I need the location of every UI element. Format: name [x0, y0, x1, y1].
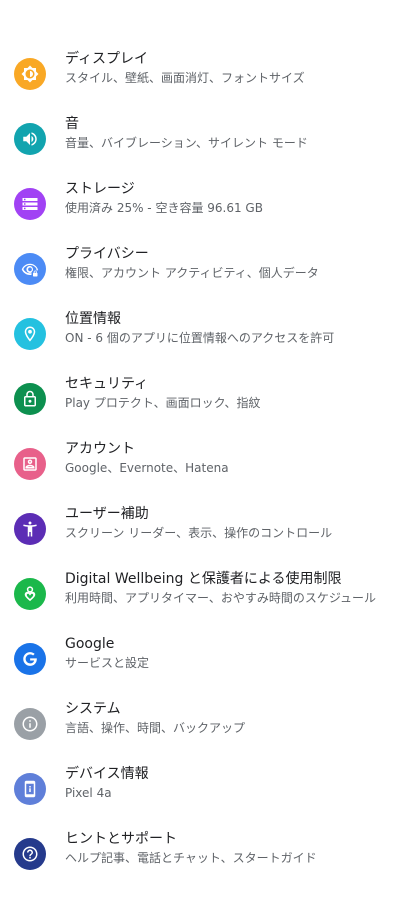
privacy-eye-icon [14, 253, 46, 285]
settings-item-storage[interactable]: ストレージ 使用済み 25% - 空き容量 96.61 GB [0, 172, 415, 237]
settings-item-summary: ヘルプ記事、電話とチャット、スタートガイド [65, 851, 317, 865]
settings-list: ディスプレイ スタイル、壁紙、画面消灯、フォントサイズ 音 音量、バイブレーショ… [0, 0, 415, 900]
settings-item-summary: 音量、バイブレーション、サイレント モード [65, 136, 308, 150]
settings-item-accounts[interactable]: アカウント Google、Evernote、Hatena [0, 432, 415, 497]
settings-item-title: Digital Wellbeing と保護者による使用制限 [65, 571, 342, 587]
settings-item-title: ユーザー補助 [65, 506, 149, 522]
settings-item-summary: 利用時間、アプリタイマー、おやすみ時間のスケジュール [65, 591, 377, 605]
settings-item-wellbeing[interactable]: Digital Wellbeing と保護者による使用制限 利用時間、アプリタイ… [0, 562, 415, 627]
storage-icon [14, 188, 46, 220]
settings-item-title: 位置情報 [65, 311, 121, 327]
lock-icon [14, 383, 46, 415]
settings-item-title: システム [65, 701, 121, 717]
settings-item-summary: Play プロテクト、画面ロック、指紋 [65, 396, 261, 410]
account-box-icon [14, 448, 46, 480]
settings-item-accessibility[interactable]: ユーザー補助 スクリーン リーダー、表示、操作のコントロール [0, 497, 415, 562]
settings-item-summary: サービスと設定 [65, 656, 150, 670]
google-g-icon [14, 643, 46, 675]
settings-item-title: ストレージ [65, 181, 135, 197]
settings-item-summary: 使用済み 25% - 空き容量 96.61 GB [65, 201, 263, 215]
settings-item-summary: スクリーン リーダー、表示、操作のコントロール [65, 526, 333, 540]
settings-item-title: ヒントとサポート [65, 831, 177, 847]
settings-item-summary: スタイル、壁紙、画面消灯、フォントサイズ [65, 71, 305, 85]
settings-item-title: 音 [65, 116, 79, 132]
settings-item-title: アカウント [65, 441, 135, 457]
settings-item-about[interactable]: デバイス情報 Pixel 4a [0, 757, 415, 822]
settings-item-tips[interactable]: ヒントとサポート ヘルプ記事、電話とチャット、スタートガイド [0, 822, 415, 887]
location-pin-icon [14, 318, 46, 350]
settings-item-system[interactable]: システム 言語、操作、時間、バックアップ [0, 692, 415, 757]
settings-item-summary: 言語、操作、時間、バックアップ [65, 721, 246, 735]
settings-item-summary: Google、Evernote、Hatena [65, 461, 229, 475]
settings-item-title: ディスプレイ [65, 51, 149, 67]
help-icon [14, 838, 46, 870]
volume-icon [14, 123, 46, 155]
settings-item-google[interactable]: Google サービスと設定 [0, 627, 415, 692]
settings-item-title: プライバシー [65, 246, 149, 262]
settings-item-title: Google [65, 636, 115, 652]
phone-info-icon [14, 773, 46, 805]
settings-item-location[interactable]: 位置情報 ON - 6 個のアプリに位置情報へのアクセスを許可 [0, 302, 415, 367]
accessibility-icon [14, 513, 46, 545]
settings-item-title: デバイス情報 [65, 766, 149, 782]
settings-item-privacy[interactable]: プライバシー 権限、アカウント アクティビティ、個人データ [0, 237, 415, 302]
settings-item-summary: ON - 6 個のアプリに位置情報へのアクセスを許可 [65, 331, 335, 345]
brightness-icon [14, 58, 46, 90]
settings-item-security[interactable]: セキュリティ Play プロテクト、画面ロック、指紋 [0, 367, 415, 432]
settings-item-display[interactable]: ディスプレイ スタイル、壁紙、画面消灯、フォントサイズ [0, 42, 415, 107]
settings-item-title: セキュリティ [65, 376, 149, 392]
wellbeing-icon [14, 578, 46, 610]
settings-item-sound[interactable]: 音 音量、バイブレーション、サイレント モード [0, 107, 415, 172]
info-icon [14, 708, 46, 740]
settings-item-summary: Pixel 4a [65, 786, 112, 800]
settings-item-summary: 権限、アカウント アクティビティ、個人データ [65, 266, 319, 280]
